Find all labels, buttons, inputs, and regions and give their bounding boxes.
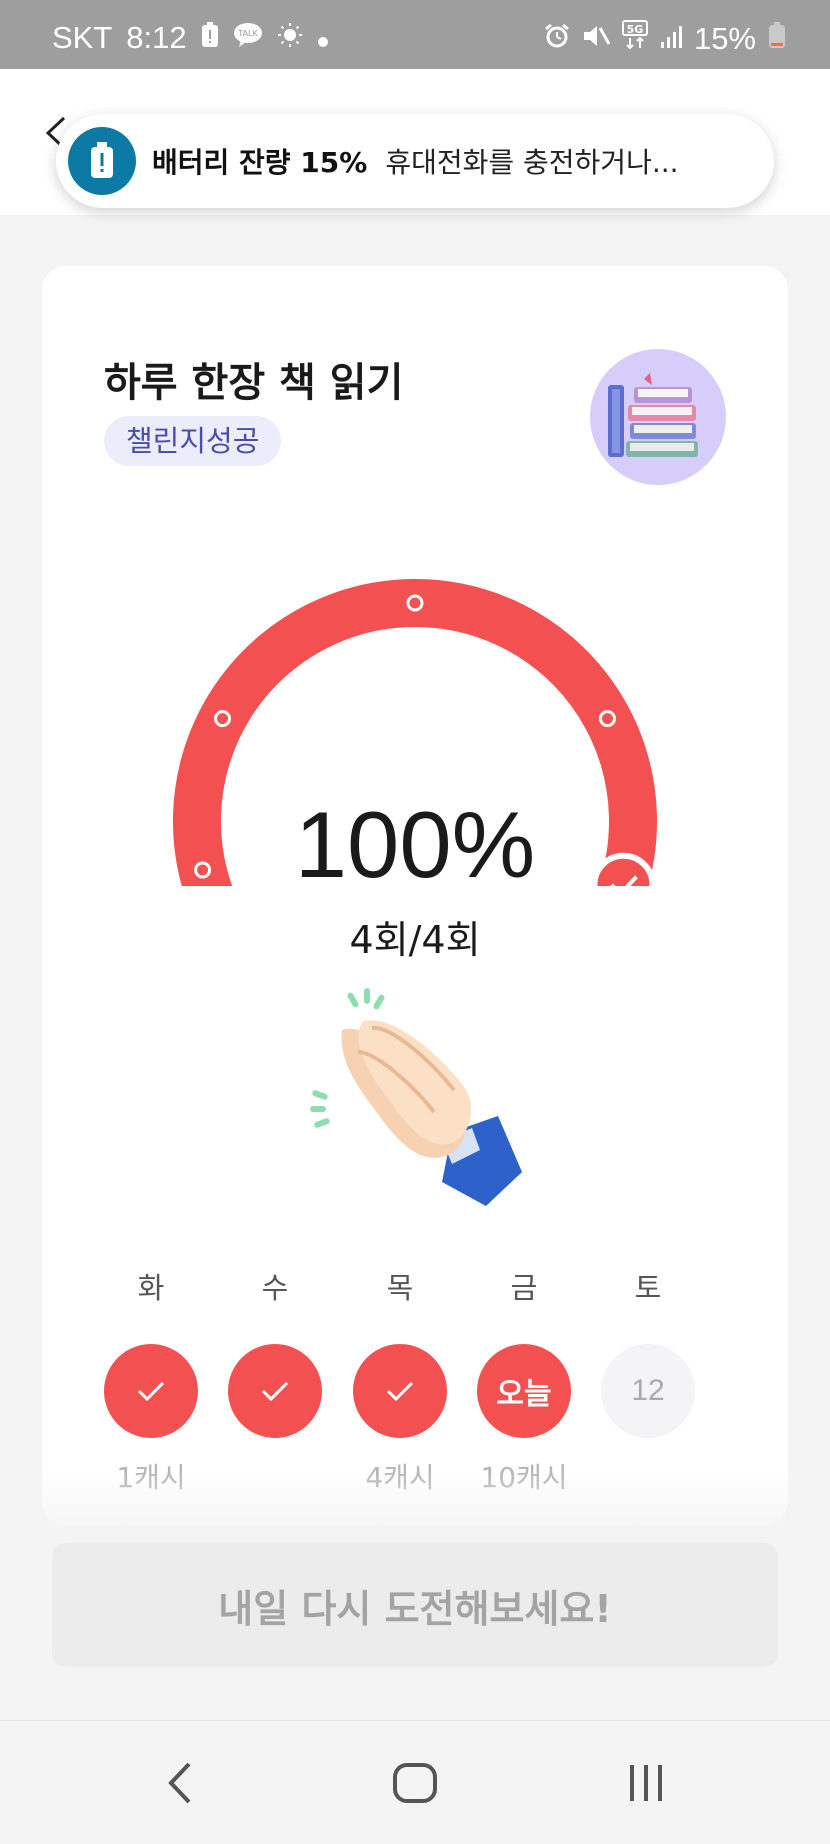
nav-back-icon[interactable]	[120, 1721, 240, 1844]
toast-title: 배터리 잔량 15%	[152, 146, 368, 179]
day-label: 금	[510, 1271, 538, 1305]
progress-percent: 100%	[294, 792, 536, 897]
kakao-label: TALK	[237, 29, 258, 38]
signal-icon	[660, 21, 682, 57]
battery-percent: 15%	[693, 21, 756, 56]
kakaotalk-icon: TALK	[233, 20, 263, 56]
day-item-4: 토 12	[601, 1268, 695, 1496]
carrier-label: SKT	[52, 20, 113, 55]
status-bar: SKT 8:12 TALK 5G 15%	[0, 0, 830, 69]
toast-message: 휴대전화를 충전하거나...	[385, 146, 679, 179]
battery-warning-icon	[68, 127, 136, 195]
day-item-0: 화 1캐시	[104, 1268, 198, 1496]
day-label: 화	[137, 1271, 165, 1305]
day-item-2: 목 4캐시	[353, 1268, 447, 1496]
challenge-card: 하루 한장 책 읽기 챌린지성공 100% 4회/4회 화 수 목 금 오늘 토…	[42, 266, 788, 1526]
books-icon	[590, 349, 726, 485]
battery-alert-icon	[201, 20, 219, 56]
day-item-1: 수	[228, 1268, 322, 1496]
day-label: 수	[261, 1271, 289, 1305]
brightness-icon	[277, 20, 303, 56]
check-icon	[261, 1381, 289, 1402]
day-label: 목	[386, 1271, 414, 1305]
dot-icon	[317, 20, 329, 56]
clapping-hands-icon	[302, 982, 542, 1226]
battery-toast[interactable]: 배터리 잔량 15% 휴대전화를 충전하거나...	[56, 114, 774, 208]
progress-count: 4회/4회	[349, 918, 481, 962]
battery-low-icon	[768, 21, 786, 57]
nav-recents-icon[interactable]	[586, 1721, 706, 1844]
check-icon	[137, 1381, 165, 1402]
challenge-title: 하루 한장 책 읽기	[104, 360, 404, 406]
scroll-fade	[0, 1470, 830, 1540]
nav-home-icon[interactable]	[355, 1721, 475, 1844]
alarm-icon	[544, 21, 570, 57]
day-today-circle: 오늘	[477, 1344, 571, 1438]
network-label: 5G	[627, 23, 644, 36]
day-label: 토	[634, 1271, 662, 1305]
check-icon	[386, 1381, 414, 1402]
clock: 8:12	[126, 20, 187, 55]
status-badge: 챌린지성공	[104, 416, 282, 466]
day-future-circle: 12	[601, 1344, 695, 1438]
day-check-circle	[104, 1344, 198, 1438]
day-check-circle	[228, 1344, 322, 1438]
mute-icon	[582, 21, 611, 57]
day-item-3: 금 오늘 10캐시	[477, 1268, 571, 1496]
network-5g-icon: 5G	[621, 20, 648, 58]
system-nav-bar	[0, 1720, 830, 1844]
week-tracker: 화 1캐시 수 목 4캐시 금 오늘 10캐시 토 12	[104, 1268, 728, 1494]
day-check-circle	[353, 1344, 447, 1438]
retry-tomorrow-button[interactable]: 내일 다시 도전해보세요!	[52, 1543, 778, 1667]
